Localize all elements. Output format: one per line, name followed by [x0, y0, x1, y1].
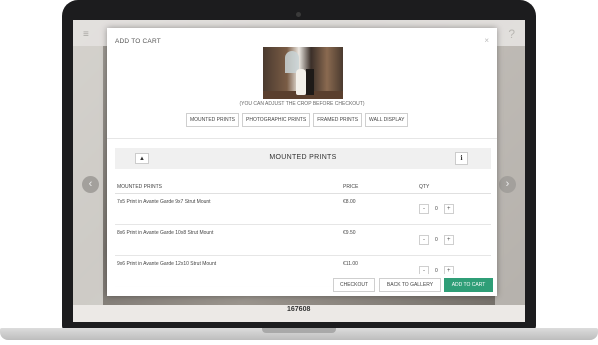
product-name: 9x6 Print in Avante Garde 12x10 Strut Mo…	[117, 261, 217, 267]
plus-button[interactable]: +	[443, 235, 454, 245]
menu-icon[interactable]: ≡	[83, 29, 89, 40]
section-header: MOUNTED PRINTS ▲ i	[115, 148, 491, 169]
modal-title: ADD TO CART	[115, 38, 161, 45]
product-name: 8x6 Print in Avante Garde 10x8 Strut Mou…	[117, 230, 214, 236]
next-arrow-icon[interactable]: ›	[499, 176, 516, 193]
tab-mounted-prints[interactable]: MOUNTED PRINTS	[186, 113, 239, 127]
quantity-value[interactable]: 0	[435, 237, 438, 243]
section-title: MOUNTED PRINTS	[269, 154, 337, 161]
product-price: €9.50	[343, 230, 356, 236]
back-to-gallery-button[interactable]: BACK TO GALLERY	[379, 278, 441, 292]
quantity-stepper: - 0 +	[419, 204, 454, 214]
prev-arrow-icon[interactable]: ‹	[82, 176, 99, 193]
collapse-icon[interactable]: ▲	[135, 153, 149, 164]
minus-button[interactable]: -	[419, 235, 429, 245]
table-row: 7x5 Print in Avante Garde 9x7 Strut Moun…	[115, 194, 491, 225]
minus-button[interactable]: -	[419, 204, 429, 214]
table-header: MOUNTED PRINTS PRICE QTY	[115, 182, 491, 194]
stage: ≡ ? ‹ › 167608 ADD TO CART × (YOU CAN AD…	[0, 0, 598, 345]
tab-framed-prints[interactable]: FRAMED PRINTS	[313, 113, 363, 127]
divider	[107, 138, 497, 139]
product-name: 7x5 Print in Avante Garde 9x7 Strut Moun…	[117, 199, 211, 205]
tab-wall-display[interactable]: WALL DISPLAY	[365, 113, 409, 127]
image-id: 167608	[287, 306, 311, 313]
add-to-cart-modal: ADD TO CART × (YOU CAN ADJUST THE CROP B…	[107, 28, 497, 296]
quantity-stepper: - 0 +	[419, 235, 454, 245]
plus-button[interactable]: +	[443, 204, 454, 214]
column-price: PRICE	[343, 184, 359, 190]
quantity-value[interactable]: 0	[435, 206, 438, 212]
info-icon[interactable]: i	[455, 152, 468, 165]
product-price: €8.00	[343, 199, 356, 205]
close-icon[interactable]: ×	[484, 36, 489, 45]
crop-note: (YOU CAN ADJUST THE CROP BEFORE CHECKOUT…	[239, 101, 365, 107]
product-tabs: MOUNTED PRINTS PHOTOGRAPHIC PRINTS FRAME…	[186, 113, 409, 127]
help-icon[interactable]: ?	[508, 27, 515, 41]
photo-thumbnail	[263, 47, 343, 99]
tab-photographic-prints[interactable]: PHOTOGRAPHIC PRINTS	[242, 113, 311, 127]
table-row: 8x6 Print in Avante Garde 10x8 Strut Mou…	[115, 225, 491, 256]
column-qty: QTY	[419, 184, 430, 190]
add-to-cart-button[interactable]: ADD TO CART	[444, 278, 493, 292]
laptop-notch	[262, 328, 336, 333]
checkout-button[interactable]: CHECKOUT	[333, 278, 375, 292]
camera-icon	[296, 12, 301, 17]
modal-footer: CHECKOUT BACK TO GALLERY ADD TO CART	[107, 274, 497, 296]
product-price: €11.00	[343, 261, 358, 267]
column-name: MOUNTED PRINTS	[117, 184, 162, 190]
